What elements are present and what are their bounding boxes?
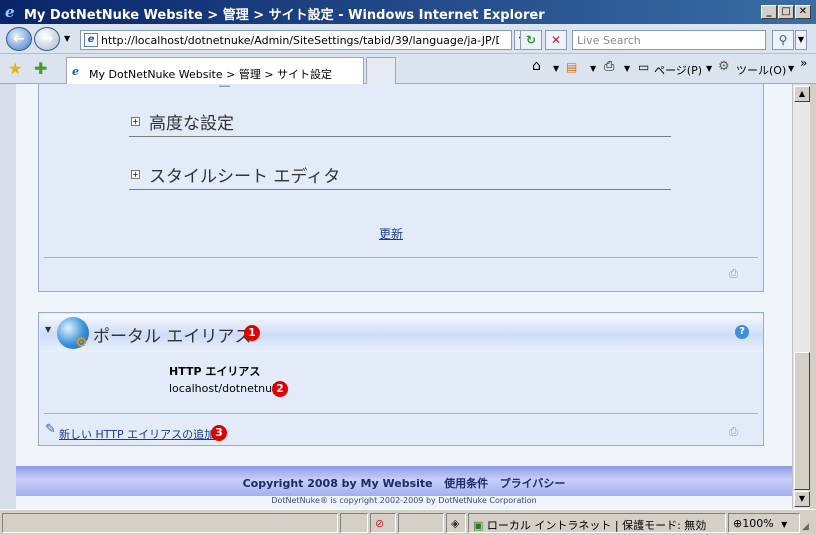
print-module-icon[interactable]: ⎙	[729, 425, 745, 438]
intranet-icon: ▣	[473, 519, 484, 532]
help-icon[interactable]: ?	[735, 325, 749, 339]
expand-icon[interactable]: +	[131, 170, 140, 179]
security-icon[interactable]: ◈	[446, 513, 466, 533]
ie-logo-icon: e	[5, 3, 15, 21]
search-options-icon[interactable]: ▼	[795, 30, 807, 50]
window-title: My DotNetNuke Website > 管理 > サイト設定 - Win…	[24, 8, 545, 23]
http-alias-column-header: HTTP エイリアス	[169, 365, 261, 378]
page-left-margin	[0, 84, 16, 509]
tab-label: My DotNetNuke Website > 管理 > サイト設定	[89, 68, 333, 81]
site-settings-panel: ― + 高度な設定 + スタイルシート エディタ 更新 ⎙	[38, 84, 764, 292]
gear-icon: ⚙	[718, 59, 730, 74]
privacy-link[interactable]: プライバシー	[500, 477, 566, 490]
status-cell	[398, 513, 444, 533]
callout-2: 2	[272, 381, 288, 397]
scroll-up-icon[interactable]: ▲	[794, 86, 810, 102]
copyright-text: Copyright 2008 by My Website	[242, 477, 433, 490]
chevron-more-icon[interactable]: »	[800, 56, 807, 70]
page-dropdown-icon[interactable]: ▼	[706, 64, 712, 73]
stylesheet-editor-section[interactable]: + スタイルシート エディタ	[129, 154, 671, 190]
close-window-button[interactable]: ✕	[795, 5, 811, 19]
vertical-scrollbar[interactable]: ▲ ▼	[792, 84, 810, 509]
window-right-edge	[810, 84, 816, 509]
tools-menu-button[interactable]: ツール(O)	[736, 62, 786, 78]
alias-value: localhost/dotnetnuke	[169, 382, 285, 395]
stylesheet-editor-label: スタイルシート エディタ	[149, 167, 341, 187]
status-text	[2, 513, 338, 533]
tab-bar: ★ ✚ e My DotNetNuke Website > 管理 > サイト設定…	[0, 54, 816, 84]
window-title-bar: e My DotNetNuke Website > 管理 > サイト設定 - W…	[0, 0, 816, 24]
address-input[interactable]: http://localhost/dotnetnuke/Admin/SiteSe…	[101, 34, 499, 47]
callout-3: 3	[211, 425, 227, 441]
home-icon[interactable]: ⌂	[532, 58, 541, 74]
feeds-dropdown-icon[interactable]: ▼	[590, 64, 596, 73]
ie-tab-icon: e	[72, 65, 79, 78]
collapse-icon[interactable]: ▼	[45, 325, 51, 334]
refresh-icon[interactable]: ↻	[520, 30, 542, 50]
zoom-icon: ⊕	[733, 517, 743, 530]
zoom-control[interactable]: ⊕100% ▼	[728, 513, 800, 533]
add-favorites-icon[interactable]: ✚	[34, 59, 47, 78]
page-content: ― + 高度な設定 + スタイルシート エディタ 更新 ⎙ ▼ ⚙ ポータル エ…	[16, 84, 792, 509]
address-bar[interactable]: e http://localhost/dotnetnuke/Admin/Site…	[80, 30, 512, 50]
site-footer: Copyright 2008 by My Website 使用条件 プライバシー	[16, 466, 792, 496]
zone-indicator[interactable]: ▣ ローカル イントラネット | 保護モード: 無効	[468, 513, 726, 533]
dnn-copyright: DotNetNuke® is copyright 2002-2009 by Do…	[271, 496, 537, 505]
portal-alias-panel: ▼ ⚙ ポータル エイリアス 1 ? HTTP エイリアス localhost/…	[38, 312, 764, 446]
zone-text: ローカル イントラネット | 保護モード: 無効	[486, 519, 707, 532]
status-cell	[340, 513, 368, 533]
new-tab-button[interactable]	[366, 57, 396, 84]
update-link[interactable]: 更新	[379, 225, 403, 242]
tools-dropdown-icon[interactable]: ▼	[788, 64, 794, 73]
print-dropdown-icon[interactable]: ▼	[624, 64, 630, 73]
search-input[interactable]: Live Search	[572, 30, 766, 50]
tab-active[interactable]: e My DotNetNuke Website > 管理 > サイト設定	[66, 57, 364, 84]
history-dropdown-icon[interactable]: ▼	[64, 34, 70, 43]
favorites-star-icon[interactable]: ★	[8, 59, 22, 78]
scroll-thumb[interactable]	[794, 352, 810, 490]
stop-icon[interactable]: ✕	[545, 30, 567, 50]
print-icon[interactable]: ⎙	[604, 59, 614, 74]
scroll-down-icon[interactable]: ▼	[794, 491, 810, 507]
forward-arrow-icon[interactable]: →	[34, 27, 60, 51]
advanced-settings-section[interactable]: + 高度な設定	[129, 101, 671, 137]
resize-grip-icon[interactable]: ◢	[802, 522, 809, 532]
print-module-icon[interactable]: ⎙	[729, 267, 745, 280]
pencil-icon[interactable]: ✎	[45, 422, 56, 437]
expand-icon[interactable]: +	[131, 117, 140, 126]
page-menu-button[interactable]: ページ(P)	[654, 62, 702, 78]
zoom-level: 100%	[742, 517, 774, 530]
feeds-icon[interactable]: ▤	[566, 60, 577, 74]
divider	[44, 413, 758, 414]
page-icon: e	[84, 33, 98, 47]
page-menu-icon: ▭	[638, 60, 650, 74]
portal-alias-title: ポータル エイリアス	[93, 327, 252, 347]
add-http-alias-link[interactable]: 新しい HTTP エイリアスの追加	[59, 426, 215, 442]
maximize-button[interactable]: □	[778, 5, 794, 19]
minimize-button[interactable]: _	[761, 5, 777, 19]
home-dropdown-icon[interactable]: ▼	[553, 64, 559, 73]
divider	[44, 257, 758, 258]
back-arrow-icon[interactable]: ←	[6, 27, 32, 51]
zoom-dropdown-icon[interactable]: ▼	[781, 520, 787, 529]
navigation-bar: ← → ▼ e http://localhost/dotnetnuke/Admi…	[0, 24, 816, 54]
gear-badge-icon: ⚙	[75, 335, 88, 351]
advanced-settings-label: 高度な設定	[149, 114, 234, 134]
terms-link[interactable]: 使用条件	[444, 477, 488, 490]
callout-1: 1	[244, 325, 260, 341]
clipped-text: ―	[219, 84, 230, 92]
status-bar: ⊘ ◈ ▣ ローカル イントラネット | 保護モード: 無効 ⊕100% ▼ ◢	[0, 509, 816, 535]
search-icon[interactable]: ⚲	[772, 30, 794, 50]
popup-blocked-icon[interactable]: ⊘	[370, 513, 396, 533]
